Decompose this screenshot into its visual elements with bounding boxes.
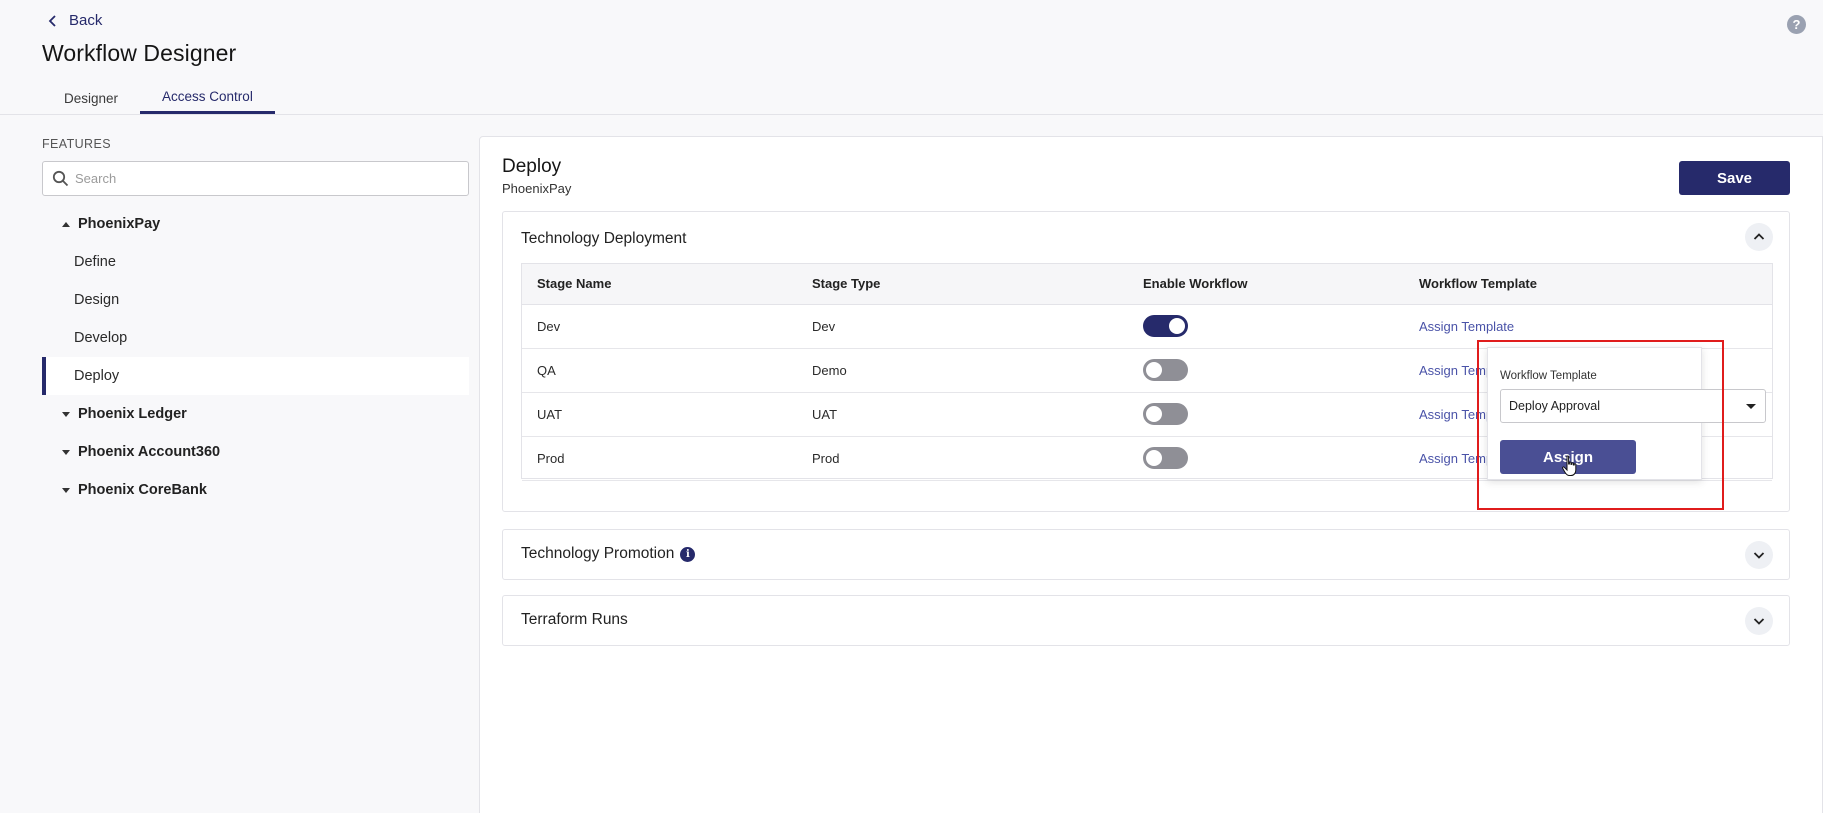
- workflow-template-select[interactable]: Deploy Approval: [1500, 389, 1766, 423]
- tree-node-label: Phoenix CoreBank: [78, 482, 207, 498]
- caret-down-icon: [62, 487, 70, 493]
- tree-child-develop[interactable]: Develop: [42, 319, 469, 357]
- stage-name-cell: UAT: [522, 392, 797, 437]
- enable-workflow-toggle[interactable]: [1143, 403, 1188, 425]
- tree-node-phoenix-account360[interactable]: Phoenix Account360: [42, 433, 469, 471]
- enable-workflow-cell: [1128, 392, 1404, 437]
- tree-node-label: Phoenix Ledger: [78, 406, 187, 422]
- stage-type-cell: Prod: [797, 436, 1128, 481]
- tree-child-design[interactable]: Design: [42, 281, 469, 319]
- collapse-button[interactable]: [1745, 223, 1773, 251]
- help-icon[interactable]: ?: [1787, 15, 1806, 34]
- column-header: Enable Workflow: [1128, 264, 1404, 305]
- section-title: Technology Deployment: [521, 230, 687, 247]
- enable-workflow-toggle[interactable]: [1143, 359, 1188, 381]
- tree-child-deploy[interactable]: Deploy: [42, 357, 469, 395]
- caret-down-icon: [62, 411, 70, 417]
- enable-workflow-toggle[interactable]: [1143, 447, 1188, 469]
- column-header: Stage Name: [522, 264, 797, 305]
- section-title: Terraform Runs: [521, 611, 628, 628]
- chevron-down-icon: [1753, 552, 1765, 559]
- hand-cursor-icon: [1562, 455, 1577, 476]
- panel-title: Deploy: [502, 156, 562, 177]
- section-title: Technology Promotion: [521, 545, 675, 562]
- features-label: FEATURES: [42, 137, 111, 151]
- page-title: Workflow Designer: [42, 40, 237, 66]
- stage-type-cell: UAT: [797, 392, 1128, 437]
- template-cell: Assign Template: [1404, 304, 1772, 349]
- back-link[interactable]: Back: [47, 12, 102, 29]
- dropdown-arrow-icon: [1746, 404, 1756, 409]
- tree-node-phoenixpay[interactable]: PhoenixPay: [42, 205, 469, 243]
- assign-template-link[interactable]: Assign Template: [1419, 319, 1514, 334]
- assign-template-popover: Workflow Template Deploy Approval Assign: [1487, 347, 1766, 480]
- table-row: Dev Dev Assign Template: [522, 304, 1772, 349]
- stage-name-cell: Prod: [522, 436, 797, 481]
- enable-workflow-cell: [1128, 304, 1404, 349]
- panel-subtitle: PhoenixPay: [502, 181, 572, 196]
- back-label: Back: [69, 12, 103, 29]
- tree-child-define[interactable]: Define: [42, 243, 469, 281]
- expand-button[interactable]: [1745, 607, 1773, 635]
- tree-node-phoenix-corebank[interactable]: Phoenix CoreBank: [42, 471, 469, 509]
- section-title-wrap: Technology Promotion i: [521, 545, 696, 563]
- tree-node-label: PhoenixPay: [78, 216, 161, 232]
- caret-down-icon: [62, 449, 70, 455]
- enable-workflow-toggle[interactable]: [1143, 315, 1188, 337]
- column-header: Stage Type: [797, 264, 1128, 305]
- feature-tree: PhoenixPay Define Design Develop Deploy …: [42, 205, 469, 509]
- tab-bar: Designer Access Control: [42, 82, 275, 114]
- expand-button[interactable]: [1745, 541, 1773, 569]
- chevron-left-icon: [48, 14, 56, 27]
- select-value: Deploy Approval: [1509, 399, 1601, 413]
- tab-designer[interactable]: Designer: [42, 82, 140, 114]
- popover-label: Workflow Template: [1500, 370, 1597, 382]
- search-icon: [52, 170, 69, 187]
- section-terraform-runs[interactable]: Terraform Runs: [502, 595, 1790, 646]
- save-button[interactable]: Save: [1679, 161, 1790, 195]
- info-icon[interactable]: i: [680, 546, 696, 562]
- tree-node-label: Phoenix Account360: [78, 444, 221, 460]
- stage-type-cell: Dev: [797, 304, 1128, 349]
- caret-up-icon: [62, 221, 70, 227]
- section-technology-promotion[interactable]: Technology Promotion i: [502, 529, 1790, 580]
- stage-type-cell: Demo: [797, 348, 1128, 393]
- search-box[interactable]: [42, 161, 469, 196]
- enable-workflow-cell: [1128, 348, 1404, 393]
- chevron-up-icon: [1753, 233, 1765, 240]
- tab-access-control[interactable]: Access Control: [140, 82, 275, 114]
- tree-node-phoenix-ledger[interactable]: Phoenix Ledger: [42, 395, 469, 433]
- stage-name-cell: QA: [522, 348, 797, 393]
- search-input[interactable]: [75, 171, 455, 186]
- table-header-row: Stage Name Stage Type Enable Workflow Wo…: [522, 264, 1772, 305]
- chevron-down-icon: [1753, 618, 1765, 625]
- stage-name-cell: Dev: [522, 304, 797, 349]
- page-header: Back Workflow Designer Designer Access C…: [0, 0, 1823, 115]
- enable-workflow-cell: [1128, 436, 1404, 481]
- column-header: Workflow Template: [1404, 264, 1772, 305]
